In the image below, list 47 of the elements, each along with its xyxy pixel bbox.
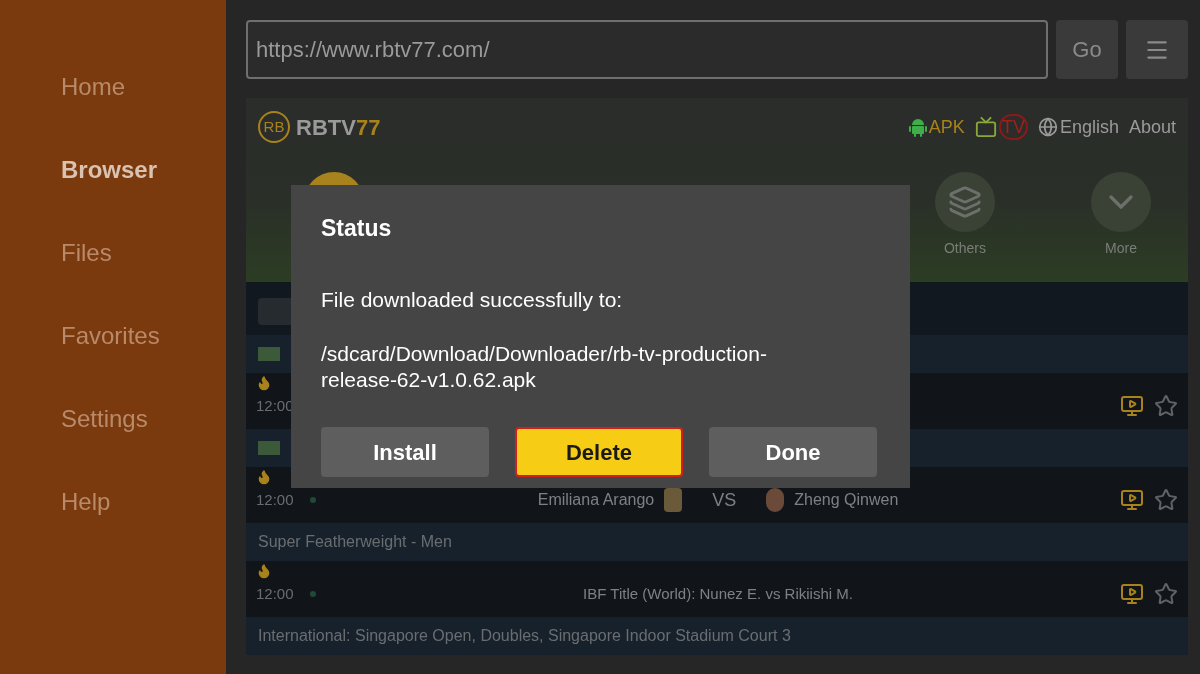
nav-link[interactable]: APK bbox=[928, 116, 965, 138]
menu-button[interactable] bbox=[1126, 20, 1188, 79]
flame-icon bbox=[256, 375, 272, 391]
sidebar-item[interactable]: Settings bbox=[61, 404, 148, 433]
sidebar-item[interactable]: Browser bbox=[61, 155, 158, 184]
star-icon bbox=[1154, 582, 1178, 606]
play-tv-icon bbox=[1120, 394, 1144, 418]
logo-badge: RB bbox=[258, 111, 290, 143]
dialog-button[interactable]: Install bbox=[321, 427, 489, 477]
match-time: 12:00 bbox=[256, 489, 295, 510]
flame-icon bbox=[256, 563, 272, 579]
sidebar-item[interactable]: Favorites bbox=[61, 321, 160, 350]
flag-icon bbox=[258, 441, 280, 455]
sidebar-item[interactable]: Home bbox=[61, 72, 126, 101]
go-button[interactable]: Go bbox=[1056, 20, 1118, 79]
site-logo[interactable]: RBTV77 bbox=[296, 110, 381, 144]
home-player: Emiliana Arango bbox=[537, 490, 655, 510]
flag-icon bbox=[258, 347, 280, 361]
nav-link[interactable]: About bbox=[1128, 116, 1176, 138]
sidebar-item[interactable]: Files bbox=[61, 238, 112, 267]
flame-icon bbox=[256, 469, 272, 485]
away-player: Zheng Qinwen bbox=[794, 490, 899, 510]
dialog-title: Status bbox=[321, 214, 393, 243]
category-label[interactable]: Others bbox=[944, 238, 986, 259]
league-title: International: Singapore Open, Doubles, Singapore Indoor Stadium Court 3 bbox=[258, 626, 791, 646]
league-title: Super Featherweight - Men bbox=[258, 532, 452, 552]
match-title: IBF Title (World): Nunez E. vs Rikiishi M. bbox=[583, 583, 853, 604]
globe-icon bbox=[1037, 117, 1058, 137]
dialog-button[interactable]: Delete bbox=[515, 427, 683, 477]
url-field[interactable]: https://www.rbtv77.com/ bbox=[246, 20, 1048, 79]
dialog-message: File downloaded successfully to: bbox=[321, 286, 624, 313]
tv-icon bbox=[974, 116, 997, 138]
category-label[interactable]: More bbox=[1105, 238, 1137, 259]
match-time: 12:00 bbox=[256, 583, 295, 604]
android-icon bbox=[908, 117, 927, 137]
player-photo bbox=[664, 488, 683, 512]
sidebar-item[interactable]: Help bbox=[61, 487, 111, 516]
player-photo bbox=[766, 488, 785, 512]
layers-icon bbox=[948, 185, 982, 219]
nav-link[interactable]: English bbox=[1059, 116, 1119, 138]
star-icon bbox=[1154, 488, 1178, 512]
star-icon bbox=[1154, 394, 1178, 418]
file-path: /sdcard/Download/Downloader/rb-tv-production-release-62-v1.0.62.apk bbox=[321, 341, 768, 393]
play-tv-icon bbox=[1120, 488, 1144, 512]
versus-label: VS bbox=[712, 488, 737, 512]
play-tv-icon bbox=[1120, 582, 1144, 606]
dialog-button[interactable]: Done bbox=[709, 427, 877, 477]
